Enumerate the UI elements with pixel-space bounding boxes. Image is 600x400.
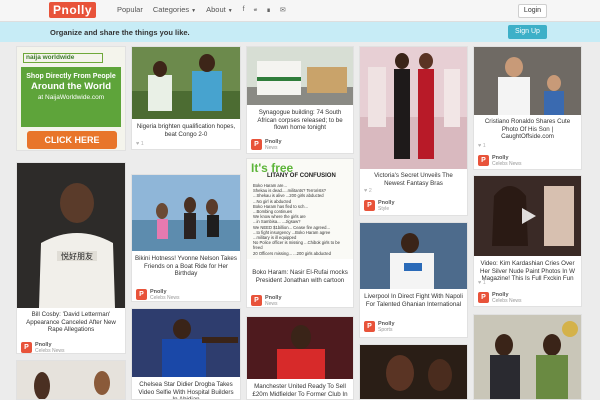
post-caption[interactable]: Video: Kim Kardashian Cries Over Her Sil… <box>477 260 578 283</box>
like-count-value: 1 <box>482 143 486 149</box>
post-image <box>360 345 467 399</box>
pnolly-badge-icon: P <box>136 289 147 300</box>
post-caption[interactable]: Liverpool In Direct Fight With Napoli Fo… <box>363 293 464 308</box>
pnolly-badge-icon: P <box>478 155 489 166</box>
ad-banner: Shop Directly From People Around the Wor… <box>21 67 121 127</box>
heart-icon: ♥ <box>478 143 482 149</box>
post-image <box>132 47 240 119</box>
post-caption[interactable]: Nigeria brighten qualification hopes, be… <box>135 123 237 138</box>
top-navbar: Pnolly Popular Categories ▼ About ▼ f 𝓿 ∎ … <box>0 0 600 22</box>
post-card[interactable] <box>473 314 582 400</box>
like-count-value: 2 <box>368 188 372 194</box>
svg-text:悦好朋友: 悦好朋友 <box>61 251 93 261</box>
litany-subhead: LITANY OF CONFUSION <box>267 173 336 179</box>
post-image <box>247 47 353 105</box>
post-card[interactable] <box>16 360 126 400</box>
pnolly-badge-icon: P <box>251 139 262 150</box>
ad-brand: naija worldwide <box>23 53 103 63</box>
post-card[interactable]: Manchester United Ready To Sell £20m Mid… <box>246 316 354 400</box>
nav-categories-label: Categories <box>152 5 190 14</box>
tagline-text: Organize and share the things you like. <box>50 28 190 37</box>
post-card[interactable]: 悦好朋友 Bill Cosby: 'David Letterman' Appea… <box>16 162 126 354</box>
post-card[interactable]: Cristiano Ronaldo Shares Cute Photo Of H… <box>473 46 582 170</box>
post-card[interactable]: Video: Kim Kardashian Cries Over Her Sil… <box>473 175 582 307</box>
post-image: It's free LITANY OF CONFUSION Boko Haram… <box>247 159 353 259</box>
post-image <box>132 175 240 251</box>
like-count: ♥ 2 <box>364 188 372 194</box>
post-image <box>360 223 467 289</box>
post-caption[interactable]: Manchester United Ready To Sell £20m Mid… <box>250 383 350 398</box>
post-caption[interactable]: Bill Cosby: 'David Letterman' Appearance… <box>20 311 122 334</box>
post-card[interactable]: Victoria's Secret Unveils The Newest Fan… <box>359 46 468 216</box>
like-count: ♥ 1 <box>478 143 486 149</box>
post-card[interactable]: Synagogue building: 74 South African cor… <box>246 46 354 154</box>
source-category: Celebs News <box>150 295 180 301</box>
source-category: News <box>265 145 278 151</box>
source-category: Sports <box>378 327 393 333</box>
post-image <box>247 317 353 379</box>
post-image <box>17 361 125 399</box>
source-category: Celebs News <box>35 348 65 354</box>
site-logo[interactable]: Pnolly <box>49 2 97 18</box>
heart-icon: ♥ <box>478 280 482 286</box>
post-caption[interactable]: Bikini Hotness! Yvonne Nelson Takes Frie… <box>135 255 237 278</box>
signup-button[interactable]: Sign Up <box>508 25 547 39</box>
caret-down-icon: ▼ <box>191 8 197 14</box>
pnolly-badge-icon: P <box>364 200 375 211</box>
tagline-banner: Organize and share the things you like. … <box>0 22 600 42</box>
heart-icon: ♥ <box>136 141 140 147</box>
twitter-icon[interactable]: 𝓿 <box>254 6 258 14</box>
post-image <box>474 176 581 256</box>
pnolly-badge-icon: P <box>21 342 32 353</box>
post-image: 悦好朋友 <box>17 163 125 308</box>
pnolly-badge-icon: P <box>251 295 262 306</box>
post-card[interactable] <box>359 344 468 400</box>
post-caption[interactable]: Victoria's Secret Unveils The Newest Fan… <box>363 172 464 187</box>
source-category: Celebs News <box>492 161 522 167</box>
post-card[interactable]: It's free LITANY OF CONFUSION Boko Haram… <box>246 158 354 308</box>
nav-popular[interactable]: Popular <box>117 5 143 14</box>
post-image <box>132 309 240 377</box>
caret-down-icon: ▼ <box>227 8 233 14</box>
pnolly-badge-icon: P <box>478 292 489 303</box>
post-caption[interactable]: Chelsea Star Didier Drogba Takes Video S… <box>135 381 237 399</box>
main-nav: Popular Categories ▼ About ▼ f 𝓿 ∎ ✉ <box>117 5 295 14</box>
nav-categories[interactable]: Categories ▼ <box>153 5 196 14</box>
post-caption[interactable]: Synagogue building: 74 South African cor… <box>250 109 350 132</box>
facebook-icon[interactable]: f <box>243 6 245 13</box>
source-category: News <box>265 301 278 307</box>
post-image <box>474 47 581 115</box>
heart-icon: ♥ <box>364 188 368 194</box>
login-button[interactable]: Login <box>518 4 547 18</box>
post-caption[interactable]: Cristiano Ronaldo Shares Cute Photo Of H… <box>477 118 578 141</box>
pnolly-badge-icon: P <box>364 321 375 332</box>
post-image <box>474 315 581 399</box>
post-image <box>360 47 467 169</box>
nav-about[interactable]: About ▼ <box>206 5 233 14</box>
mail-icon[interactable]: ✉ <box>280 6 286 14</box>
post-card[interactable]: Liverpool In Direct Fight With Napoli Fo… <box>359 222 468 338</box>
post-card[interactable]: Nigeria brighten qualification hopes, be… <box>131 46 241 150</box>
like-count-value: 1 <box>140 141 144 147</box>
ad-line-3: at NaijaWorldwide.com <box>37 94 105 101</box>
post-caption[interactable]: Boko Haram: Nasir El-Rufai mocks Preside… <box>250 269 350 284</box>
post-card[interactable]: Bikini Hotness! Yvonne Nelson Takes Frie… <box>131 174 241 302</box>
ad-line-2: Around the World <box>30 81 112 92</box>
post-card[interactable]: Chelsea Star Didier Drogba Takes Video S… <box>131 308 241 400</box>
like-count: ♥ 1 <box>136 141 144 147</box>
source-category: Celebs News <box>492 298 522 304</box>
rss-icon[interactable]: ∎ <box>266 6 270 14</box>
ad-card[interactable]: naija worldwide Shop Directly From Peopl… <box>16 46 126 151</box>
like-count-value: 1 <box>482 280 486 286</box>
ad-click-button[interactable]: CLICK HERE <box>27 131 117 149</box>
source-category: Style <box>378 206 390 212</box>
nav-about-label: About <box>206 5 226 14</box>
ad-line-1: Shop Directly From People <box>26 73 116 80</box>
like-count: ♥ 1 <box>478 280 486 286</box>
litany-text: Boko Haram are... Shekau is dead.....mil… <box>253 183 340 256</box>
